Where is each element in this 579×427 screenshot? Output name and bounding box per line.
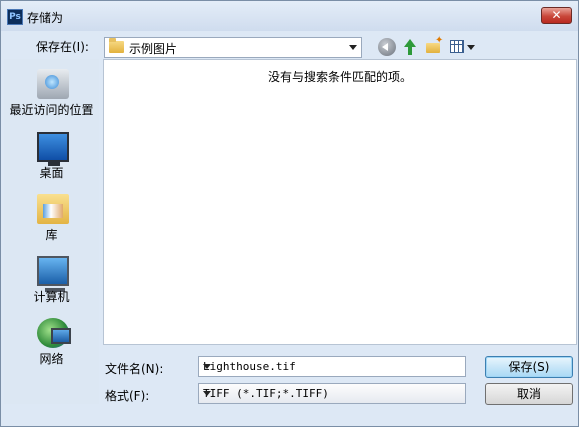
desktop-icon: [37, 132, 69, 166]
view-menu-icon[interactable]: [449, 38, 475, 56]
new-folder-icon[interactable]: [425, 35, 443, 56]
place-label: 库: [45, 228, 58, 242]
save-in-value: 示例图片: [129, 42, 178, 56]
format-label: 格式(F):: [105, 389, 150, 403]
format-select[interactable]: TIFF (*.TIF;*.TIFF): [198, 383, 466, 404]
filename-input[interactable]: Lighthouse.tif: [198, 356, 466, 377]
close-icon: ✕: [551, 8, 562, 22]
place-network[interactable]: 网络: [4, 314, 99, 372]
title-bar: Ps 存储为 ✕: [1, 1, 578, 31]
save-in-dropdown[interactable]: 示例图片: [104, 37, 362, 58]
back-icon[interactable]: [378, 38, 396, 56]
up-folder-icon[interactable]: [401, 38, 419, 56]
format-value: TIFF (*.TIF;*.TIFF): [203, 387, 329, 400]
view-grid-icon: [450, 40, 464, 53]
empty-results-message: 没有与搜索条件匹配的项。: [267, 70, 412, 84]
chevron-down-icon: [203, 391, 211, 396]
computer-icon: [37, 256, 69, 292]
filename-label: 文件名(N):: [105, 362, 164, 376]
photoshop-app-icon: Ps: [7, 9, 23, 25]
places-bar: 最近访问的位置 桌面 库 计算机 网络: [4, 59, 99, 404]
place-desktop[interactable]: 桌面: [4, 128, 99, 186]
close-button[interactable]: ✕: [541, 7, 572, 24]
libraries-icon: [37, 194, 69, 224]
chevron-down-icon: [467, 45, 475, 50]
file-list[interactable]: 没有与搜索条件匹配的项。: [103, 59, 577, 345]
place-label: 计算机: [33, 290, 70, 304]
chevron-down-icon[interactable]: [203, 364, 211, 369]
cancel-button[interactable]: 取消: [485, 383, 573, 405]
dialog-title: 存储为: [27, 11, 64, 25]
save-in-label: 保存在(I):: [36, 40, 89, 54]
network-icon: [37, 318, 71, 348]
place-computer[interactable]: 计算机: [4, 252, 99, 310]
place-label: 网络: [39, 352, 64, 366]
place-label: 桌面: [39, 166, 64, 180]
chevron-down-icon: [349, 45, 357, 50]
filename-value: Lighthouse.tif: [203, 360, 296, 373]
folder-icon: [109, 38, 124, 53]
save-as-dialog: Ps 存储为 ✕ 保存在(I): 示例图片 最近访问的位置 桌面 库 计算: [0, 0, 579, 427]
place-label: 最近访问的位置: [9, 103, 94, 117]
save-button[interactable]: 保存(S): [485, 356, 573, 378]
place-recent[interactable]: 最近访问的位置: [4, 65, 99, 123]
place-libraries[interactable]: 库: [4, 190, 99, 248]
recent-places-icon: [37, 69, 69, 99]
